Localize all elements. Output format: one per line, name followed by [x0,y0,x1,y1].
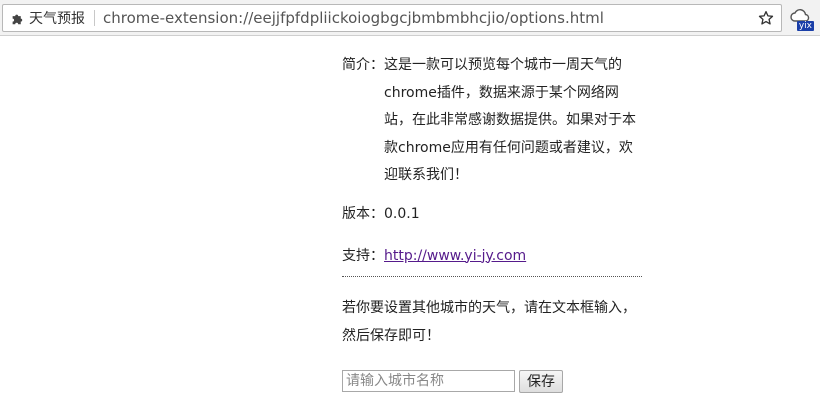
intro-label: 简介： [342,57,384,73]
url-text[interactable]: chrome-extension://eejjfpfdpliickoiogbgc… [103,9,755,27]
options-content: 简介： 这是一款可以预览每个城市一周天气的chrome插件，数据来源于某个网络网… [342,52,642,393]
extension-badge: yix [796,21,814,31]
city-form: 保存 [342,369,642,393]
city-input[interactable] [342,370,515,392]
omnibox-separator [94,10,95,26]
divider [342,275,642,277]
browser-toolbar: 天气预报 chrome-extension://eejjfpfdpliickoi… [0,0,820,36]
support-label: 支持： [342,247,384,264]
intro-text: 这是一款可以预览每个城市一周天气的chrome插件，数据来源于某个网络网站，在此… [384,57,636,183]
star-icon[interactable] [755,7,777,29]
address-bar[interactable]: 天气预报 chrome-extension://eejjfpfdpliickoi… [2,4,782,32]
support-link[interactable]: http://www.yi-jy.com [384,246,526,266]
intro-section: 简介： 这是一款可以预览每个城市一周天气的chrome插件，数据来源于某个网络网… [342,52,642,190]
version-section: 版本： 0.0.1 [342,204,642,224]
weather-extension-button[interactable]: yix [788,6,816,32]
save-button[interactable]: 保存 [519,369,563,393]
puzzle-icon [9,10,25,26]
version-label: 版本： [342,205,384,222]
setting-hint: 若你要设置其他城市的天气，请在文本框输入，然后保存即可！ [342,299,636,344]
extension-name: 天气预报 [29,11,85,27]
version-value: 0.0.1 [384,205,420,222]
support-section: 支持： http://www.yi-jy.com [342,246,642,266]
